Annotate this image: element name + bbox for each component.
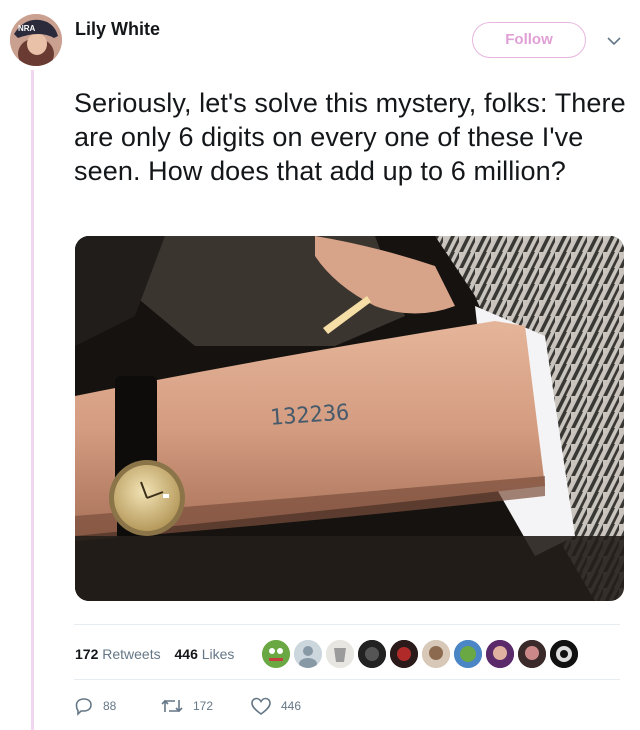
- author-name[interactable]: Lily White: [75, 19, 160, 40]
- avatar[interactable]: [452, 638, 484, 670]
- chevron-down-icon[interactable]: [606, 34, 622, 46]
- likes-stat[interactable]: 446 Likes: [175, 646, 235, 662]
- reply-count: 88: [103, 699, 117, 713]
- retweets-label: Retweets: [102, 646, 161, 662]
- divider: [74, 624, 620, 625]
- divider: [74, 679, 620, 680]
- avatar[interactable]: [516, 638, 548, 670]
- tweet-photo-image: 132236: [75, 236, 624, 601]
- avatar[interactable]: [388, 638, 420, 670]
- retweets-stat[interactable]: 172 Retweets: [75, 646, 161, 662]
- avatar[interactable]: [292, 638, 324, 670]
- reply-button[interactable]: 88: [74, 696, 116, 716]
- engagement-stats: 172 Retweets 446 Likes: [75, 646, 244, 662]
- avatar[interactable]: [260, 638, 292, 670]
- thread-line: [31, 70, 34, 730]
- tweet-text: Seriously, let's solve this mystery, fol…: [74, 88, 626, 186]
- avatar[interactable]: [324, 638, 356, 670]
- likes-label: Likes: [201, 646, 235, 662]
- avatar[interactable]: [548, 638, 580, 670]
- heart-icon: [251, 697, 271, 715]
- follow-button[interactable]: Follow: [472, 22, 586, 58]
- avatar[interactable]: [484, 638, 516, 670]
- like-count: 446: [281, 699, 302, 713]
- likes-count: 446: [174, 646, 198, 662]
- avatar[interactable]: NRA: [10, 14, 62, 66]
- avatar[interactable]: [356, 638, 388, 670]
- retweet-count: 172: [193, 699, 214, 713]
- like-button[interactable]: 446: [250, 696, 301, 716]
- avatar-cap-text: NRA: [18, 24, 36, 33]
- retweet-button[interactable]: 172: [160, 696, 213, 716]
- avatar[interactable]: [420, 638, 452, 670]
- retweets-count: 172: [75, 646, 99, 662]
- reply-icon: [75, 698, 92, 716]
- avatar-image: NRA: [10, 14, 62, 66]
- tweet-photo[interactable]: 132236: [75, 236, 624, 601]
- retweet-icon: [161, 699, 183, 713]
